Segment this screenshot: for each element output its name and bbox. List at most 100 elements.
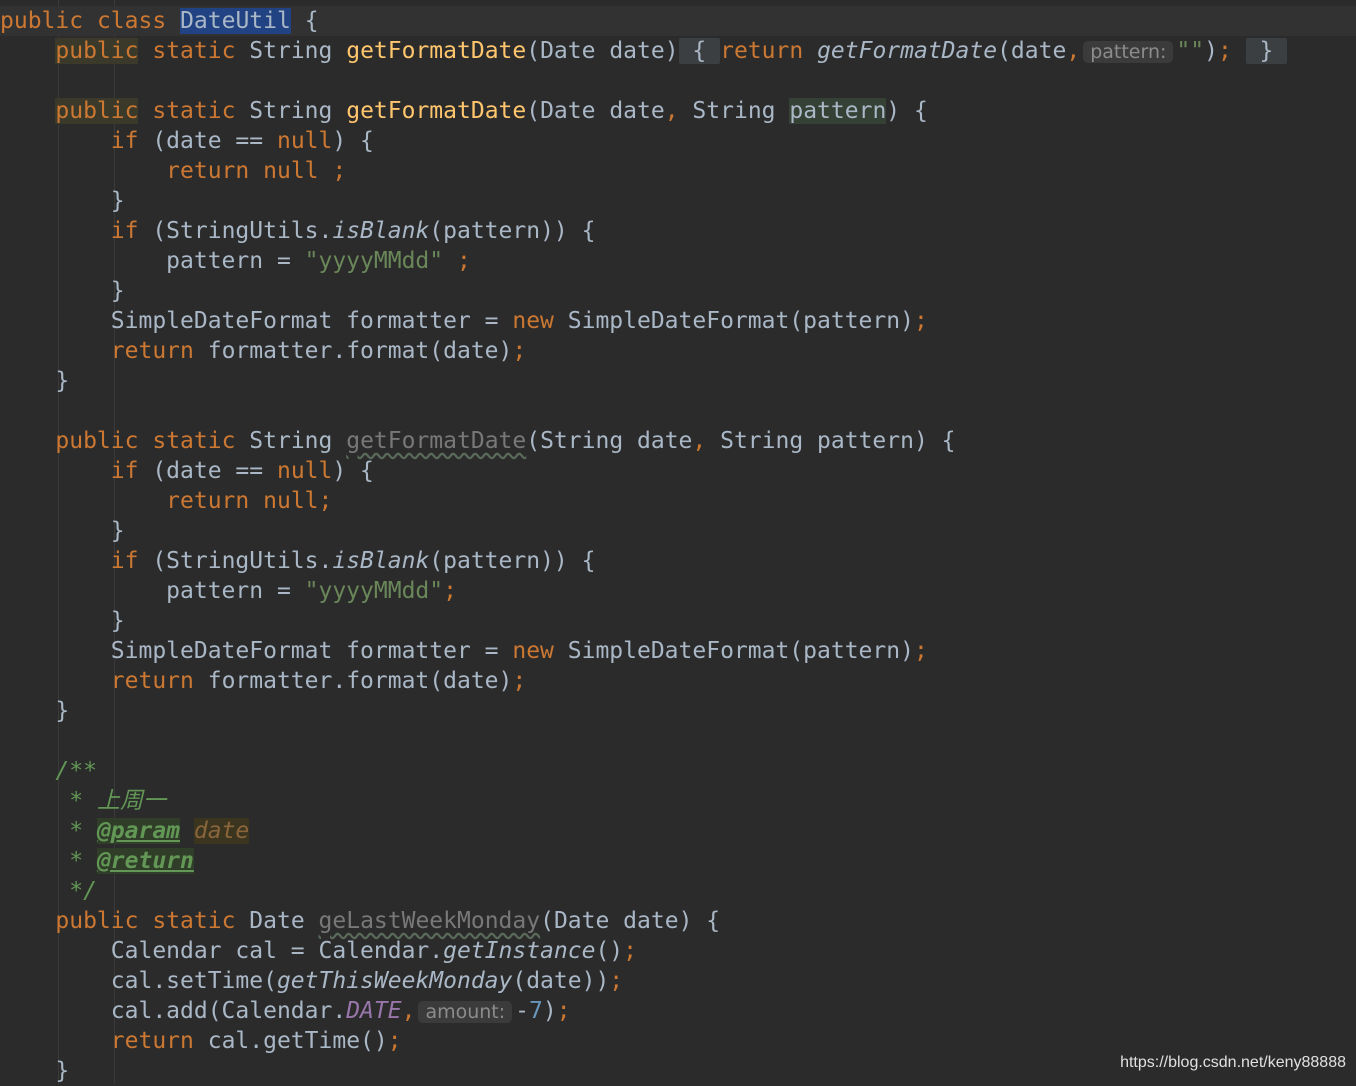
code-token: return [110,668,194,694]
code-token: return [720,38,804,64]
code-line[interactable]: cal.setTime(getThisWeekMonday(date)); [0,966,1356,996]
code-token: ; [512,668,527,694]
code-token: getFormatDate [346,428,527,454]
code-line[interactable]: */ [0,876,1356,906]
code-token: "yyyyMMdd" [304,578,444,604]
code-token: (pattern)) { [429,548,596,574]
code-line[interactable]: public static Date geLastWeekMonday(Date… [0,906,1356,936]
code-line[interactable]: } [0,516,1356,546]
code-token: pattern [789,98,887,124]
code-token: ) [1204,38,1218,64]
code-line[interactable]: if (StringUtils.isBlank(pattern)) { [0,546,1356,576]
code-token: } [0,518,125,544]
code-editor[interactable]: public class DateUtil { public static St… [0,0,1356,1084]
code-line[interactable]: pattern = "yyyyMMdd"; [0,576,1356,606]
code-line[interactable]: SimpleDateFormat formatter = new SimpleD… [0,306,1356,336]
code-line[interactable] [0,66,1356,96]
code-token: ) { [332,128,374,154]
code-line[interactable]: } [0,696,1356,726]
code-line[interactable]: * @return [0,846,1356,876]
code-token: static [152,908,236,934]
code-token: () [595,938,624,964]
code-line[interactable]: } [0,186,1356,216]
code-line[interactable] [0,396,1356,426]
code-line[interactable]: if (StringUtils.isBlank(pattern)) { [0,216,1356,246]
code-token: null [276,458,333,484]
class-name: DateUtil [180,8,291,34]
code-line[interactable]: if (date == null) { [0,126,1356,156]
code-token: { [290,8,319,34]
code-token: - [515,998,530,1024]
folded-brace: { [678,38,721,64]
code-line[interactable]: return formatter.format(date); [0,336,1356,366]
code-line[interactable]: } [0,366,1356,396]
code-line[interactable]: pattern = "yyyyMMdd" ; [0,246,1356,276]
code-line[interactable]: } [0,276,1356,306]
code-token: ; [609,968,624,994]
code-token: , [1066,38,1081,64]
code-token: (Date date) [526,38,679,64]
code-token: , [664,98,679,124]
param-hint-pattern: pattern: [1083,41,1174,63]
code-line[interactable]: return formatter.format(date); [0,666,1356,696]
code-token: ; [332,158,347,184]
code-token: geLastWeekMonday [318,908,541,934]
code-line[interactable]: Calendar cal = Calendar.getInstance(); [0,936,1356,966]
code-token: } [0,698,70,724]
code-token: , [692,428,707,454]
code-token: * [0,818,97,844]
code-token: if [110,548,139,574]
code-token: , [401,998,416,1024]
code-token: formatter.format(date) [193,668,513,694]
code-token: ; [456,248,471,274]
code-token: } [0,1058,70,1084]
code-line[interactable]: } [0,606,1356,636]
code-token: (pattern)) { [429,218,596,244]
code-line[interactable]: public static String getFormatDate(Date … [0,36,1356,66]
code-token: * [0,848,97,874]
code-token: SimpleDateFormat(pattern) [553,638,914,664]
code-token: isBlank [332,218,430,244]
code-line[interactable]: public static String getFormatDate(Strin… [0,426,1356,456]
code-token: String [235,38,347,64]
code-line[interactable]: SimpleDateFormat formatter = new SimpleD… [0,636,1356,666]
code-token: (Date date) { [540,908,721,934]
code-line[interactable]: public static String getFormatDate(Date … [0,96,1356,126]
code-token: return [166,158,250,184]
code-token: public [55,98,139,124]
code-token: String pattern) { [706,428,956,454]
code-token: ) [542,998,557,1024]
code-line[interactable]: * 上周一 [0,786,1356,816]
code-line[interactable]: /** [0,756,1356,786]
code-line[interactable]: if (date == null) { [0,456,1356,486]
code-token: 7 [529,998,543,1024]
code-line[interactable]: return cal.getTime(); [0,1026,1356,1056]
code-line[interactable] [0,726,1356,756]
code-line[interactable]: public class DateUtil { [0,6,1356,36]
code-line[interactable]: * @param date [0,816,1356,846]
code-token: if [110,458,139,484]
code-line[interactable]: return null ; [0,156,1356,186]
code-token: String [235,428,347,454]
code-token: } [0,368,70,394]
code-token: cal.setTime( [0,968,277,994]
code-line[interactable]: cal.add(Calendar.DATE, amount: -7); [0,996,1356,1026]
code-token: (StringUtils. [138,218,333,244]
code-token: ; [913,308,928,334]
code-token: (date)) [512,968,610,994]
code-token: ; [512,338,527,364]
code-line[interactable]: return null; [0,486,1356,516]
code-token: return [110,1028,194,1054]
code-token: getFormatDate [346,98,527,124]
code-token: ; [1217,38,1232,64]
code-token: (Date date [526,98,665,124]
